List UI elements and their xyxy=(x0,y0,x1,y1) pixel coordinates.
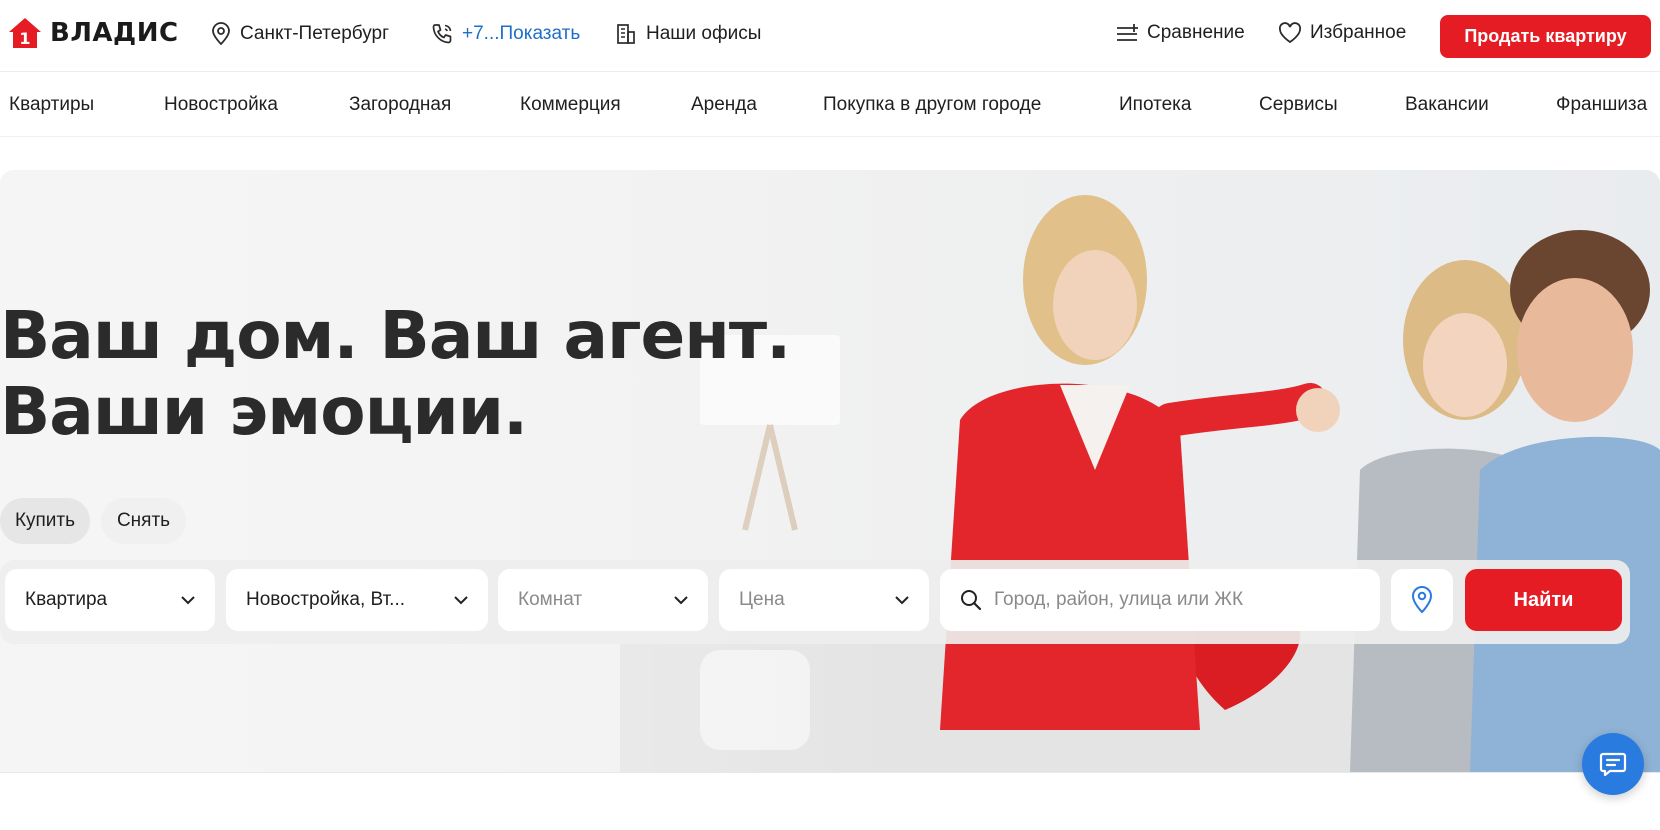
favorites-label: Избранное xyxy=(1310,22,1407,43)
nav-item-franchise[interactable]: Франшиза xyxy=(1556,94,1647,116)
offices-label: Наши офисы xyxy=(646,23,762,44)
hero-banner: Ваш дом. Ваш агент. Ваши эмоции. Купить … xyxy=(0,170,1660,772)
nav-item-new-buildings[interactable]: Новостройка xyxy=(164,94,278,116)
chevron-down-icon xyxy=(454,595,468,604)
search-bar: Квартира Новостройка, Вт... Комнат Цена … xyxy=(0,560,1630,644)
property-type-select[interactable]: Квартира xyxy=(5,569,215,631)
chat-button[interactable] xyxy=(1582,733,1644,795)
nav-item-rent[interactable]: Аренда xyxy=(691,94,757,116)
main-nav: Квартиры Новостройка Загородная Коммерци… xyxy=(0,73,1660,137)
logo[interactable]: 1 ВЛАДИС xyxy=(8,17,179,49)
section-divider xyxy=(0,772,1660,773)
tab-rent[interactable]: Снять xyxy=(101,498,186,544)
find-button[interactable]: Найти xyxy=(1465,569,1622,631)
heart-icon xyxy=(1278,22,1302,44)
location-search-input[interactable]: Город, район, улица или ЖК xyxy=(940,569,1380,631)
chat-icon xyxy=(1599,752,1627,777)
logo-house-icon: 1 xyxy=(9,18,41,48)
hero-title-line-2: Ваши эмоции. xyxy=(0,373,528,450)
market-select[interactable]: Новостройка, Вт... xyxy=(226,569,488,631)
market-value: Новостройка, Вт... xyxy=(246,589,406,610)
nav-item-country[interactable]: Загородная xyxy=(349,94,451,116)
chevron-down-icon xyxy=(895,595,909,604)
nav-item-commercial[interactable]: Коммерция xyxy=(520,94,621,116)
chevron-down-icon xyxy=(674,595,688,604)
chevron-down-icon xyxy=(181,595,195,604)
rooms-select[interactable]: Комнат xyxy=(498,569,708,631)
offices-link[interactable]: Наши офисы xyxy=(614,22,761,46)
office-building-icon xyxy=(617,24,635,44)
logo-text: ВЛАДИС xyxy=(50,18,179,48)
location-search-placeholder: Город, район, улица или ЖК xyxy=(994,589,1244,610)
city-selector[interactable]: Санкт-Петербург xyxy=(210,22,389,46)
location-pin-icon xyxy=(212,22,230,46)
top-header: 1 ВЛАДИС Санкт-Петербург +7...Показать Н… xyxy=(0,0,1660,72)
nav-item-other-city[interactable]: Покупка в другом городе xyxy=(823,94,1041,116)
phone-icon xyxy=(432,24,452,44)
sell-apartment-button[interactable]: Продать квартиру xyxy=(1440,15,1651,58)
compare-label: Сравнение xyxy=(1147,22,1245,43)
nav-item-services[interactable]: Сервисы xyxy=(1259,94,1338,116)
rooms-placeholder: Комнат xyxy=(518,589,583,610)
nav-item-mortgage[interactable]: Ипотека xyxy=(1119,94,1191,116)
hero-title-line-1: Ваш дом. Ваш агент. xyxy=(0,297,791,374)
compare-link[interactable]: Сравнение xyxy=(1115,22,1245,44)
price-select[interactable]: Цена xyxy=(719,569,929,631)
map-pin-icon xyxy=(1411,586,1433,614)
nav-item-apartments[interactable]: Квартиры xyxy=(9,94,94,116)
property-type-value: Квартира xyxy=(25,589,108,610)
map-search-button[interactable] xyxy=(1391,569,1453,631)
logo-digit: 1 xyxy=(19,29,30,48)
phone-link[interactable]: +7...Показать xyxy=(430,22,580,46)
hero-photo xyxy=(0,170,1660,772)
search-icon xyxy=(961,590,982,611)
compare-icon xyxy=(1117,24,1138,41)
tab-buy[interactable]: Купить xyxy=(0,498,90,544)
price-placeholder: Цена xyxy=(739,589,785,610)
hero-title: Ваш дом. Ваш агент. Ваши эмоции. xyxy=(0,297,791,450)
phone-text: +7...Показать xyxy=(462,23,581,44)
favorites-link[interactable]: Избранное xyxy=(1278,22,1406,44)
city-label: Санкт-Петербург xyxy=(240,23,390,44)
nav-item-vacancies[interactable]: Вакансии xyxy=(1405,94,1489,116)
